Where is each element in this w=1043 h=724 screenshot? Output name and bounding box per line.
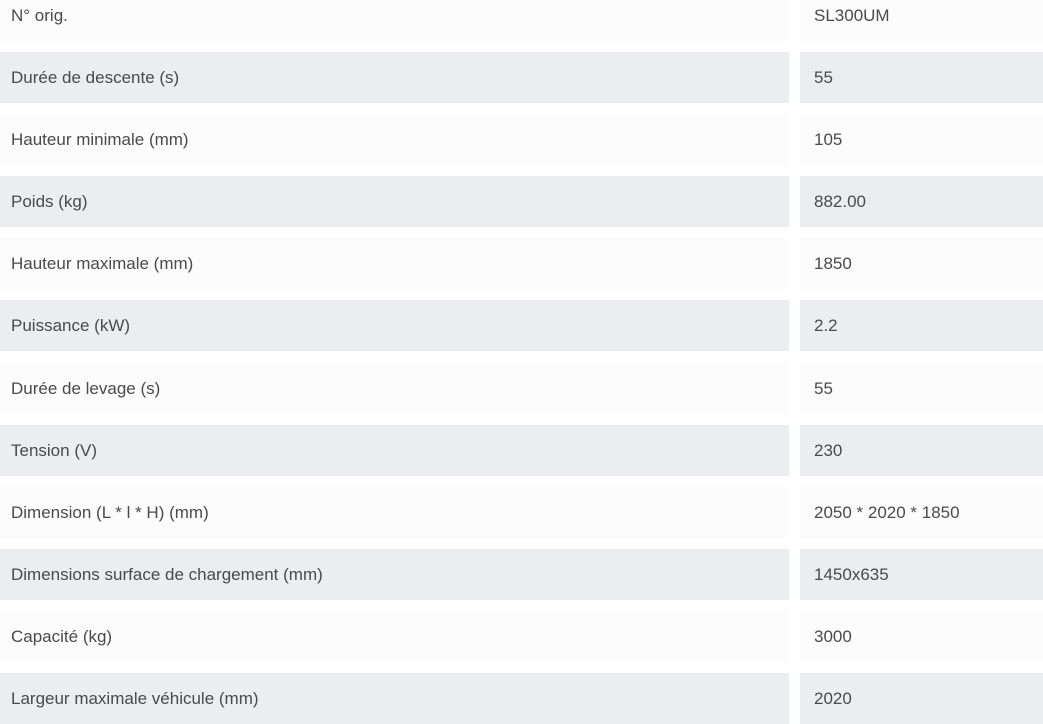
spec-label: Dimension (L * l * H) (mm) [0, 487, 789, 538]
spec-value: 1450x635 [800, 549, 1043, 600]
spec-value: SL300UM [800, 0, 1043, 41]
spec-value: 55 [800, 52, 1043, 103]
spec-row: Puissance (kW) 2.2 [0, 300, 1043, 351]
spec-label: N° orig. [0, 0, 789, 41]
spec-label: Capacité (kg) [0, 611, 789, 662]
spec-value: 2.2 [800, 300, 1043, 351]
spec-label: Durée de descente (s) [0, 52, 789, 103]
spec-label: Puissance (kW) [0, 300, 789, 351]
spec-row: Dimensions surface de chargement (mm) 14… [0, 549, 1043, 600]
spec-value: 230 [800, 425, 1043, 476]
spec-label: Durée de levage (s) [0, 363, 789, 414]
spec-value: 1850 [800, 238, 1043, 289]
spec-value: 2050 * 2020 * 1850 [800, 487, 1043, 538]
spec-table: N° orig. SL300UM Durée de descente (s) 5… [0, 0, 1043, 724]
spec-row: Dimension (L * l * H) (mm) 2050 * 2020 *… [0, 487, 1043, 538]
spec-row: Durée de levage (s) 55 [0, 363, 1043, 414]
spec-label: Hauteur maximale (mm) [0, 238, 789, 289]
spec-label: Dimensions surface de chargement (mm) [0, 549, 789, 600]
spec-row: Poids (kg) 882.00 [0, 176, 1043, 227]
spec-row: Tension (V) 230 [0, 425, 1043, 476]
spec-value: 55 [800, 363, 1043, 414]
spec-row: Capacité (kg) 3000 [0, 611, 1043, 662]
spec-row: Hauteur minimale (mm) 105 [0, 114, 1043, 165]
spec-value: 2020 [800, 673, 1043, 724]
spec-row: Durée de descente (s) 55 [0, 52, 1043, 103]
spec-label: Hauteur minimale (mm) [0, 114, 789, 165]
spec-row: N° orig. SL300UM [0, 0, 1043, 41]
spec-value: 105 [800, 114, 1043, 165]
spec-label: Largeur maximale véhicule (mm) [0, 673, 789, 724]
spec-label: Poids (kg) [0, 176, 789, 227]
spec-value: 3000 [800, 611, 1043, 662]
spec-value: 882.00 [800, 176, 1043, 227]
spec-row: Largeur maximale véhicule (mm) 2020 [0, 673, 1043, 724]
spec-row: Hauteur maximale (mm) 1850 [0, 238, 1043, 289]
spec-label: Tension (V) [0, 425, 789, 476]
